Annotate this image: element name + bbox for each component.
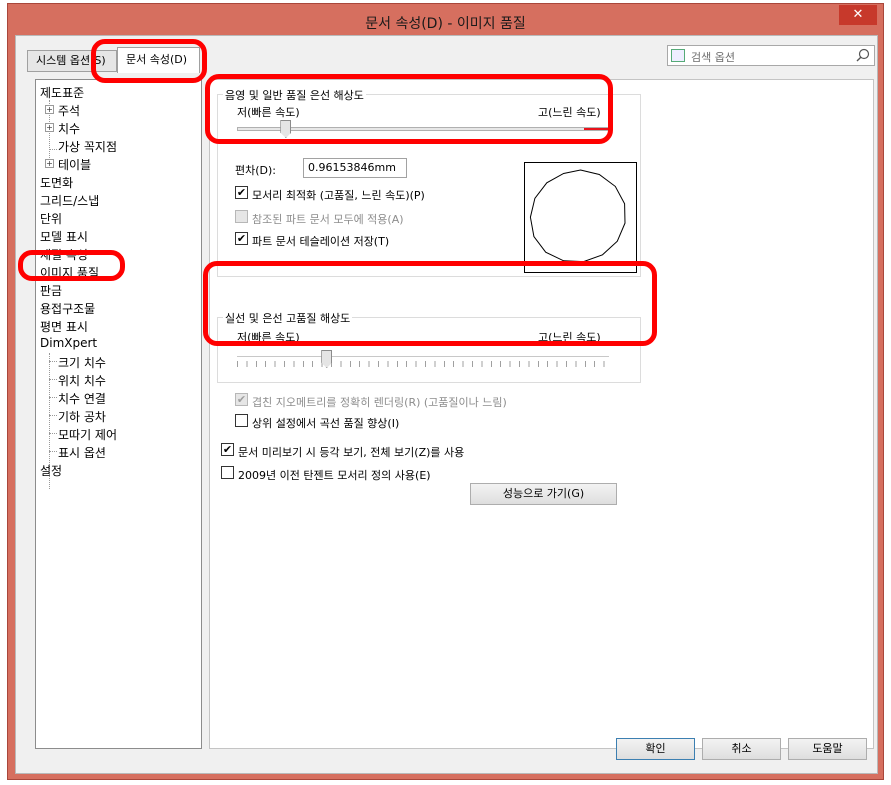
options-list-icon bbox=[671, 49, 685, 62]
highlight-shaded-slider bbox=[205, 74, 613, 144]
settings-panel: 음영 및 일반 품질 은선 해상도 저(빠른 속도) 고(느린 속도) 편차(D… bbox=[209, 79, 874, 749]
expand-icon[interactable]: + bbox=[45, 159, 54, 168]
pre-2009-tangent-checkbox[interactable] bbox=[221, 466, 234, 479]
tree-item-chain-dimension[interactable]: 치수 연결 bbox=[58, 390, 106, 407]
tree-item-drafting-standard[interactable]: 제도표준 bbox=[40, 84, 84, 101]
tree-item-configurations[interactable]: 설정 bbox=[40, 462, 62, 479]
tree-item-geometric-tolerance[interactable]: 기하 공차 bbox=[58, 408, 106, 425]
tree-item-dimxpert[interactable]: DimXpert bbox=[40, 336, 97, 350]
tree-item-units[interactable]: 단위 bbox=[40, 210, 62, 227]
dialog-client: 시스템 옵션(S) 문서 속성(D) 검색 옵션 제도표준 + 주석 + 치수 … bbox=[15, 35, 878, 774]
search-icon[interactable] bbox=[856, 48, 870, 62]
tree-item-plane-display[interactable]: 평면 표시 bbox=[40, 318, 88, 335]
pre-2009-tangent-label: 2009년 이전 탄젠트 모서리 정의 사용(E) bbox=[238, 469, 431, 482]
tree-item-virtual-sharps[interactable]: 가상 꼭지점 bbox=[58, 138, 117, 155]
options-tree: 제도표준 + 주석 + 치수 가상 꼭지점 + 테이블 도면화 그리드/스냅 단… bbox=[35, 79, 202, 749]
polygon-preview-icon bbox=[529, 169, 626, 263]
help-button[interactable]: 도움말 bbox=[788, 738, 867, 760]
render-overlapping-checkbox[interactable]: ✔ bbox=[235, 393, 248, 406]
isometric-preview-checkbox[interactable]: ✔ bbox=[221, 443, 234, 456]
tree-item-weldments[interactable]: 용접구조물 bbox=[40, 300, 95, 317]
slider-ticks bbox=[237, 361, 609, 367]
optimize-edge-checkbox[interactable]: ✔ bbox=[235, 186, 248, 199]
highlight-image-quality-item bbox=[18, 250, 125, 281]
expand-icon[interactable]: + bbox=[45, 123, 54, 132]
tree-item-location-dimension[interactable]: 위치 치수 bbox=[58, 372, 106, 389]
title-bar[interactable]: 문서 속성(D) - 이미지 품질 ✕ bbox=[8, 4, 883, 38]
apply-to-referenced-label: 참조된 파트 문서 모두에 적용(A) bbox=[252, 213, 404, 226]
save-tessellation-checkbox[interactable]: ✔ bbox=[235, 232, 248, 245]
deviation-input[interactable]: 0.96153846mm bbox=[303, 158, 407, 178]
wireframe-resolution-slider[interactable] bbox=[237, 356, 609, 357]
tessellation-preview bbox=[524, 162, 637, 273]
tree-item-dimensions[interactable]: 치수 bbox=[58, 120, 80, 137]
improve-curve-quality-checkbox[interactable] bbox=[235, 414, 248, 427]
improve-curve-quality-label: 상위 설정에서 곡선 품질 향상(I) bbox=[252, 417, 400, 430]
tree-item-model-display[interactable]: 모델 표시 bbox=[40, 228, 88, 245]
tree-item-annotations[interactable]: 주석 bbox=[58, 102, 80, 119]
isometric-preview-label: 문서 미리보기 시 등각 보기, 전체 보기(Z)를 사용 bbox=[238, 446, 465, 459]
render-overlapping-label: 겹친 지오메트리를 정확히 렌더링(R) (고품질이나 느림) bbox=[252, 396, 507, 409]
deviation-label: 편차(D): bbox=[235, 164, 276, 177]
tree-item-detailing[interactable]: 도면화 bbox=[40, 174, 73, 191]
ok-button[interactable]: 확인 bbox=[616, 738, 695, 760]
cancel-button[interactable]: 취소 bbox=[702, 738, 781, 760]
search-input[interactable]: 검색 옵션 bbox=[667, 45, 875, 66]
tree-item-size-dimension[interactable]: 크기 치수 bbox=[58, 354, 106, 371]
save-tessellation-label: 파트 문서 테슬레이션 저장(T) bbox=[252, 235, 390, 248]
apply-to-referenced-checkbox[interactable] bbox=[235, 210, 248, 223]
tab-document-properties[interactable]: 문서 속성(D) bbox=[117, 47, 200, 73]
tree-item-tables[interactable]: 테이블 bbox=[58, 156, 91, 173]
optimize-edge-label: 모서리 최적화 (고품질, 느린 속도)(P) bbox=[252, 189, 425, 202]
tree-item-chamfer-controls[interactable]: 모따기 제어 bbox=[58, 426, 117, 443]
close-button[interactable]: ✕ bbox=[839, 5, 877, 25]
window-title: 문서 속성(D) - 이미지 품질 bbox=[365, 16, 526, 32]
tree-item-display-options[interactable]: 표시 옵션 bbox=[58, 444, 106, 461]
expand-icon[interactable]: + bbox=[45, 105, 54, 114]
tree-item-sheet-metal[interactable]: 판금 bbox=[40, 282, 62, 299]
tree-item-grid-snap[interactable]: 그리드/스냅 bbox=[40, 192, 99, 209]
go-to-performance-button[interactable]: 성능으로 가기(G) bbox=[470, 483, 617, 505]
search-placeholder: 검색 옵션 bbox=[691, 51, 735, 64]
highlight-wireframe-slider bbox=[203, 261, 657, 346]
